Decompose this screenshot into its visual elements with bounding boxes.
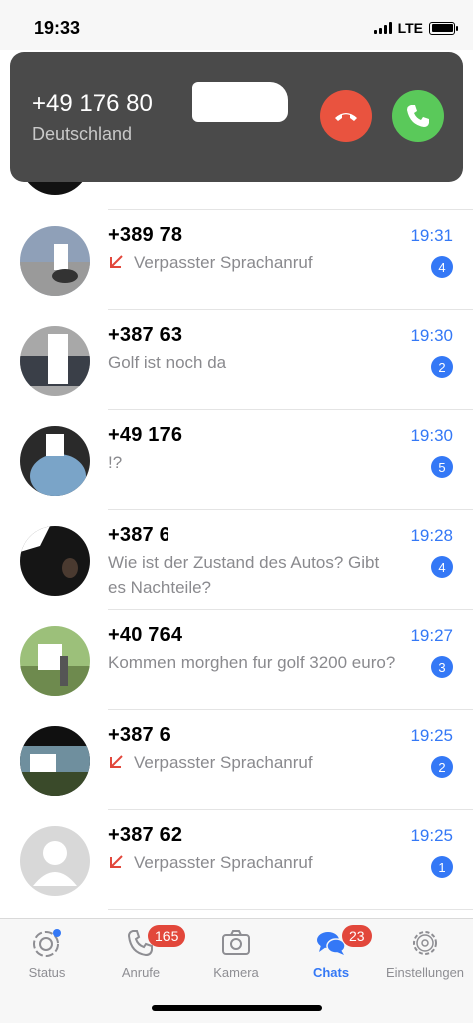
- chat-row[interactable]: +389 78 19:31 Verpasster Sprachanruf 4: [0, 210, 473, 310]
- chat-message: Verpasster Sprachanruf: [108, 750, 398, 775]
- tab-settings[interactable]: Einstellungen: [380, 927, 470, 980]
- unread-badge: 3: [431, 656, 453, 678]
- chat-message: Wie ist der Zustand des Autos? Gibt es N…: [108, 553, 380, 597]
- chat-message-text: Verpasster Sprachanruf: [134, 853, 313, 872]
- incoming-call-banner[interactable]: +49 176 80 Deutschland: [10, 52, 463, 182]
- caller-number: +49 176 80: [32, 90, 153, 117]
- tab-label: Kamera: [213, 965, 259, 980]
- unread-badge: 1: [431, 856, 453, 878]
- phone-icon: [407, 105, 429, 127]
- status-bar: 19:33 LTE: [0, 0, 473, 50]
- missed-call-icon: [110, 755, 123, 768]
- chat-time: 19:27: [410, 626, 453, 645]
- status-indicators: LTE: [373, 20, 458, 36]
- chat-row[interactable]: +49 176 19:30 !? 5: [0, 410, 473, 510]
- avatar[interactable]: [20, 726, 90, 796]
- tab-calls[interactable]: Anrufe 165: [96, 925, 186, 980]
- unread-badge: 5: [431, 456, 453, 478]
- chat-message: Kommen morghen fur golf 3200 euro?: [108, 653, 396, 672]
- chat-row[interactable]: +387 6 19:25 Verpasster Sprachanruf 2: [0, 710, 473, 810]
- chat-time: 19:30: [410, 426, 453, 445]
- avatar[interactable]: [20, 226, 90, 296]
- chat-row[interactable]: +387 6 19:28 Wie ist der Zustand des Aut…: [0, 510, 473, 610]
- chat-message-text: Verpasster Sprachanruf: [134, 753, 313, 772]
- divider: [108, 909, 473, 910]
- chat-message: Verpasster Sprachanruf: [108, 250, 398, 275]
- redaction: [192, 82, 288, 122]
- chat-message: !?: [108, 453, 123, 472]
- chat-name: +387 62: [108, 824, 183, 846]
- chat-message: Golf ist noch da: [108, 353, 227, 372]
- avatar[interactable]: [20, 826, 90, 896]
- chat-message: Verpasster Sprachanruf: [108, 850, 398, 875]
- avatar[interactable]: [20, 426, 90, 496]
- chat-time: 19:28: [410, 526, 453, 545]
- chat-message-text: Verpasster Sprachanruf: [134, 253, 313, 272]
- caller-country: Deutschland: [32, 124, 133, 144]
- tab-camera[interactable]: Kamera: [191, 927, 281, 980]
- chat-time: 19:31: [410, 226, 453, 245]
- unread-badge: 2: [431, 356, 453, 378]
- camera-icon: [222, 930, 250, 955]
- tab-label: Chats: [312, 965, 350, 980]
- status-time: 19:33: [34, 18, 81, 38]
- chat-time: 19:30: [410, 326, 453, 345]
- avatar[interactable]: [20, 526, 90, 596]
- accept-call-button[interactable]: [392, 90, 444, 142]
- home-indicator[interactable]: [152, 1005, 322, 1011]
- chat-name: +387 6: [108, 524, 171, 546]
- tab-label: Anrufe: [121, 965, 161, 980]
- network-label: LTE: [397, 20, 423, 36]
- gear-icon: [413, 931, 437, 955]
- avatar[interactable]: [20, 626, 90, 696]
- chat-list[interactable]: +389 78 19:31 Verpasster Sprachanruf 4 +…: [0, 110, 473, 918]
- chat-row[interactable]: +387 63 19:30 Golf ist noch da 2: [0, 310, 473, 410]
- signal-icon: [373, 22, 392, 34]
- battery-icon: [429, 21, 458, 35]
- chat-row[interactable]: +387 62 19:25 Verpasster Sprachanruf 1: [0, 810, 473, 910]
- calls-badge: 165: [148, 925, 186, 947]
- unread-badge: 4: [431, 556, 453, 578]
- missed-call-icon: [110, 855, 123, 868]
- decline-call-button[interactable]: [320, 90, 372, 142]
- hang-up-icon: [335, 113, 357, 121]
- chat-name: +387 6: [108, 724, 171, 746]
- chats-badge: 23: [342, 925, 372, 947]
- chat-time: 19:25: [410, 826, 453, 845]
- missed-call-icon: [110, 255, 123, 268]
- avatar[interactable]: [20, 326, 90, 396]
- tab-label: Status: [28, 965, 66, 980]
- chat-name: +49 176: [108, 424, 183, 446]
- status-icon: [33, 929, 61, 957]
- chat-time: 19:25: [410, 726, 453, 745]
- chat-name: +389 78: [108, 224, 183, 246]
- chat-row[interactable]: +40 764 19:27 Kommen morghen fur golf 32…: [0, 610, 473, 710]
- tab-chats[interactable]: Chats 23: [286, 925, 376, 980]
- unread-badge: 2: [431, 756, 453, 778]
- chat-name: +40 764: [108, 624, 183, 646]
- chat-name: +387 63: [108, 324, 183, 346]
- tab-label: Einstellungen: [385, 965, 465, 980]
- unread-badge: 4: [431, 256, 453, 278]
- tab-status[interactable]: Status: [2, 927, 92, 980]
